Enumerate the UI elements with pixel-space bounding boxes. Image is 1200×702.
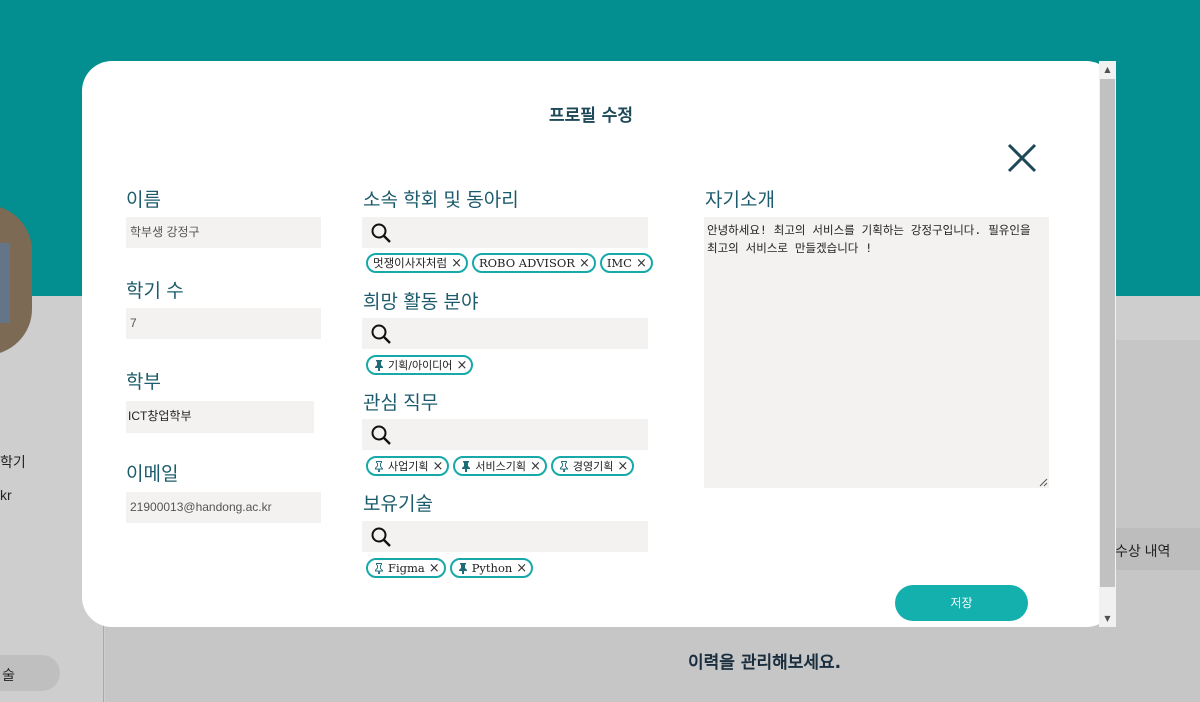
email-field[interactable]: 21900013@handong.ac.kr	[126, 492, 321, 523]
modal-title: 프로필 수정	[548, 106, 634, 126]
skill-tag: Figma ×	[366, 558, 446, 578]
pin-outline-icon	[559, 461, 568, 472]
remove-tag-icon[interactable]: ×	[579, 257, 590, 270]
remove-tag-icon[interactable]: ×	[530, 460, 541, 473]
name-label: 이름	[126, 190, 161, 211]
search-icon	[371, 223, 391, 243]
interests-tag-list: 기획/아이디어 ×	[366, 355, 474, 375]
pin-filled-icon	[458, 563, 467, 574]
jobs-tag-list: 사업기획 × 서비스기획 × 경영기획 ×	[366, 456, 635, 476]
close-button[interactable]	[1005, 141, 1039, 175]
skills-tag-list: Figma × Python ×	[366, 558, 534, 578]
clubs-search-input[interactable]	[362, 217, 648, 248]
close-icon	[1007, 143, 1037, 173]
name-field[interactable]: 학부생 강정구	[126, 217, 321, 248]
skill-tag: Python ×	[449, 558, 534, 578]
clubs-label: 소속 학회 및 동아리	[363, 190, 519, 211]
search-icon	[371, 324, 391, 344]
save-button[interactable]: 저장	[895, 585, 1028, 621]
interest-tag: 기획/아이디어 ×	[366, 355, 474, 375]
remove-tag-icon[interactable]: ×	[456, 359, 467, 372]
job-tag: 서비스기획 ×	[453, 456, 547, 476]
sidebar-skill-pill-label: 술	[2, 667, 15, 683]
remove-tag-icon[interactable]: ×	[432, 460, 443, 473]
job-tag: 사업기획 ×	[366, 456, 450, 476]
scroll-up-icon[interactable]: ▲	[1099, 61, 1116, 78]
pin-filled-icon	[462, 461, 471, 472]
search-icon	[371, 425, 391, 445]
intro-textarea[interactable]: 안녕하세요! 최고의 서비스를 기획하는 강정구입니다. 필유인을 최고의 서비…	[704, 217, 1049, 488]
club-tag: ROBO ADVISOR ×	[471, 253, 596, 273]
interests-search-input[interactable]	[362, 318, 648, 349]
jobs-label: 관심 직무	[363, 393, 439, 414]
club-tag: 멋쟁이사자처럼 ×	[366, 253, 468, 273]
club-tag: IMC ×	[599, 253, 653, 273]
clubs-tag-list: 멋쟁이사자처럼 × ROBO ADVISOR × IMC ×	[366, 253, 653, 273]
manage-history-cta: 이력을 관리해보세요.	[688, 653, 842, 673]
remove-tag-icon[interactable]: ×	[429, 562, 440, 575]
edit-profile-modal: 프로필 수정 이름 학부생 강정구 학기 수 7 학부 ICT창업학부 이메일 …	[82, 61, 1116, 627]
scroll-down-icon[interactable]: ▼	[1099, 610, 1116, 627]
department-select[interactable]: ICT창업학부	[126, 401, 314, 433]
interests-label: 희망 활동 분야	[363, 292, 479, 313]
semester-field[interactable]: 7	[126, 308, 321, 339]
scrollbar-thumb[interactable]	[1100, 79, 1115, 587]
sidebar-semester-text: 학기	[0, 454, 26, 470]
skills-label: 보유기술	[363, 494, 433, 515]
jobs-search-input[interactable]	[362, 419, 648, 450]
remove-tag-icon[interactable]: ×	[451, 257, 462, 270]
skills-search-input[interactable]	[362, 521, 648, 552]
job-tag: 경영기획 ×	[550, 456, 635, 476]
pin-outline-icon	[375, 563, 383, 574]
sidebar-email-text: kr	[0, 487, 12, 503]
semester-label: 학기 수	[126, 281, 184, 302]
department-label: 학부	[126, 372, 161, 393]
pin-outline-icon	[375, 461, 383, 472]
tab-awards-label: 수상 내역	[1115, 543, 1171, 559]
remove-tag-icon[interactable]: ×	[617, 460, 628, 473]
search-icon	[371, 527, 391, 547]
remove-tag-icon[interactable]: ×	[516, 562, 527, 575]
email-label: 이메일	[126, 464, 179, 485]
resize-handle-icon[interactable]	[1038, 477, 1048, 487]
pin-filled-icon	[375, 360, 383, 371]
remove-tag-icon[interactable]: ×	[636, 257, 647, 270]
intro-label: 자기소개	[705, 190, 775, 211]
